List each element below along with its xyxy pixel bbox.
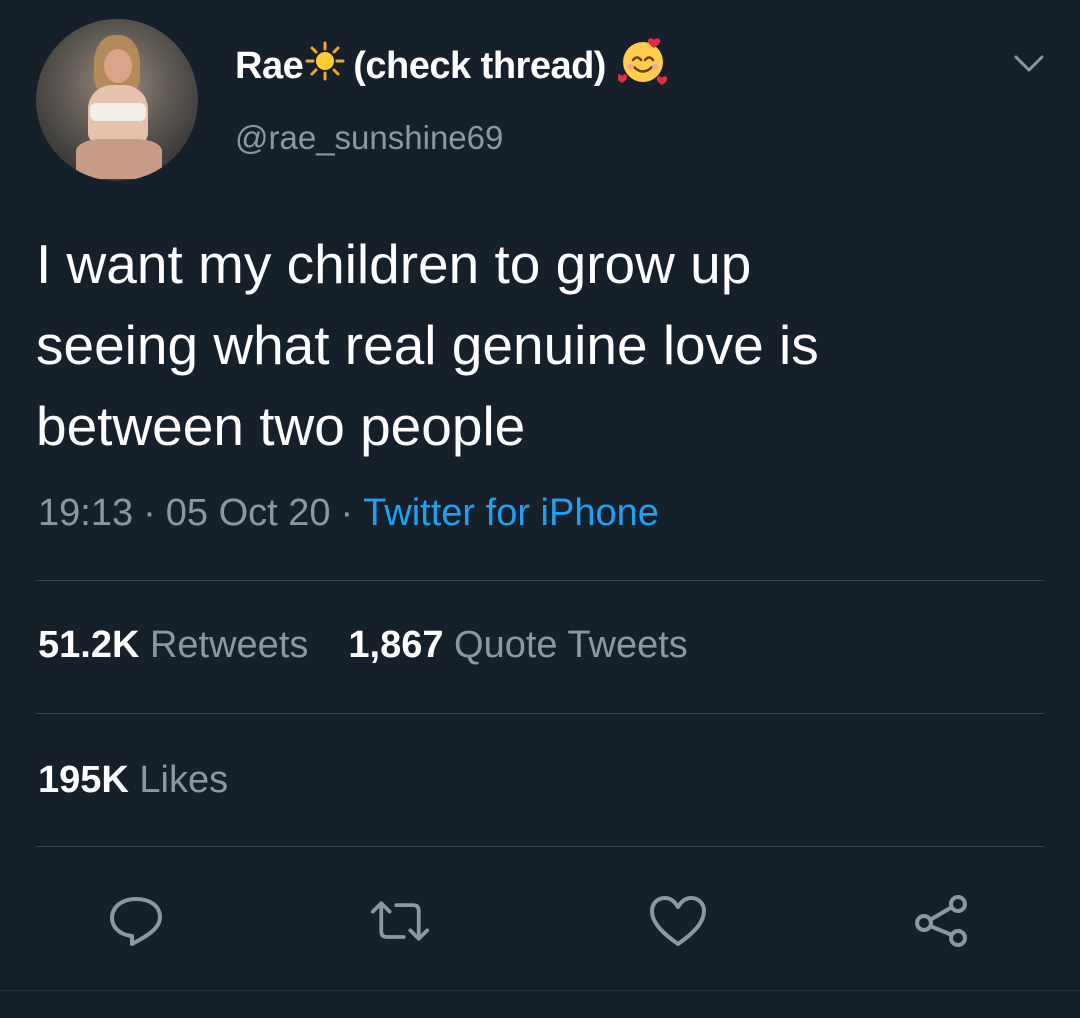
- share-icon: [915, 895, 967, 947]
- tweet-detail: Rae (check thread) @rae_sunshine69 I wan…: [0, 0, 1080, 1018]
- reply-icon: [110, 897, 162, 946]
- like-icon: [650, 896, 706, 946]
- avatar-top: [90, 103, 146, 121]
- avatar[interactable]: [36, 19, 198, 181]
- quotes-count: 1,867: [348, 624, 444, 666]
- sun-emoji-icon: [305, 41, 345, 91]
- likes-label: Likes: [139, 759, 229, 801]
- likes-count: 195K: [38, 759, 129, 801]
- smiling-face-with-hearts-icon: [616, 36, 668, 96]
- tweet-source-link[interactable]: Twitter for iPhone: [363, 492, 659, 534]
- meta-separator: ·: [340, 492, 354, 534]
- retweet-icon: [370, 901, 430, 941]
- share-button[interactable]: [912, 893, 972, 949]
- divider: [36, 580, 1044, 581]
- retweet-stats: 51.2K Retweets 1,867 Quote Tweets: [38, 624, 688, 667]
- user-handle[interactable]: @rae_sunshine69: [235, 119, 503, 157]
- divider: [36, 846, 1044, 847]
- display-name-suffix: (check thread): [353, 44, 606, 87]
- display-name[interactable]: Rae (check thread): [235, 38, 668, 94]
- retweets-count: 51.2K: [38, 624, 140, 666]
- quotes-stat[interactable]: 1,867 Quote Tweets: [348, 624, 687, 666]
- retweets-stat[interactable]: 51.2K Retweets: [38, 624, 308, 666]
- tweet-time: 19:13: [38, 492, 134, 534]
- tweet-date: 05 Oct 20: [165, 492, 331, 534]
- reply-button[interactable]: [106, 893, 166, 949]
- avatar-face: [104, 49, 132, 83]
- retweets-label: Retweets: [149, 624, 309, 666]
- meta-separator: ·: [143, 492, 156, 534]
- retweet-button[interactable]: [370, 893, 430, 949]
- likes-stats[interactable]: 195K Likes: [38, 759, 228, 802]
- display-name-prefix: Rae: [235, 44, 304, 87]
- like-button[interactable]: [648, 893, 708, 949]
- chevron-down-icon[interactable]: [1013, 53, 1045, 75]
- quotes-label: Quote Tweets: [454, 624, 688, 666]
- divider: [0, 990, 1080, 991]
- avatar-skirt: [76, 139, 162, 179]
- divider: [36, 713, 1044, 714]
- tweet-text: I want my children to grow up seeing wha…: [36, 233, 819, 457]
- tweet-metadata: 19:13 · 05 Oct 20 · Twitter for iPhone: [38, 492, 659, 535]
